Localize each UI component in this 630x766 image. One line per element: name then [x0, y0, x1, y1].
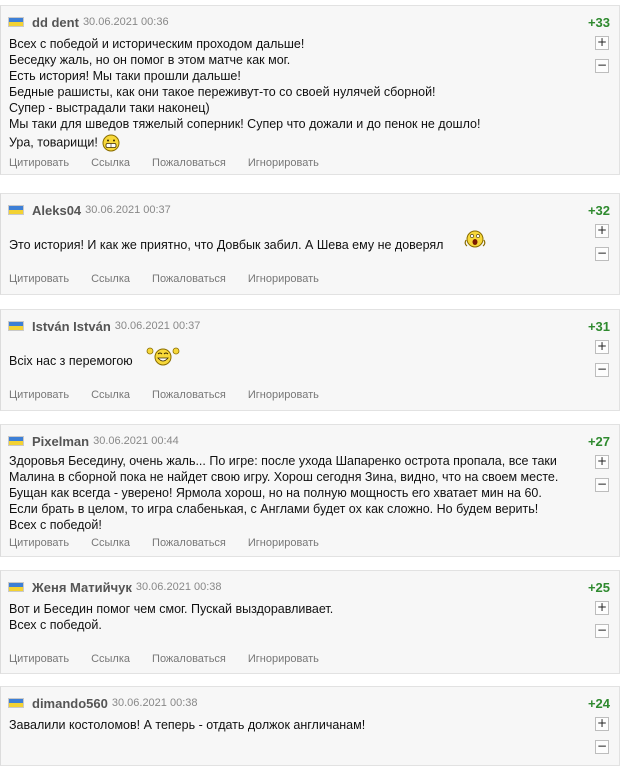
- quote-link[interactable]: Цитировать: [9, 389, 69, 401]
- report-link[interactable]: Пожаловаться: [152, 537, 226, 549]
- ignore-link[interactable]: Игнорировать: [248, 389, 319, 401]
- comment-text: Всіх нас з перемогою: [9, 347, 599, 369]
- comment-item: Pixelman 30.06.2021 00:44 +27 + − Здоров…: [0, 424, 620, 557]
- cheer-smiley-icon: [146, 347, 180, 366]
- comment-item: Женя Матийчук 30.06.2021 00:38 +25 + − В…: [0, 570, 620, 674]
- comment-text: Вот и Беседин помог чем смог. Пускай выз…: [9, 602, 334, 632]
- quote-link[interactable]: Цитировать: [9, 157, 69, 169]
- ignore-link[interactable]: Игнорировать: [248, 653, 319, 665]
- report-link[interactable]: Пожаловаться: [152, 273, 226, 285]
- comment-date: 30.06.2021 00:38: [135, 581, 222, 593]
- comment-date: 30.06.2021 00:44: [93, 435, 179, 447]
- upvote-button[interactable]: +: [595, 340, 609, 354]
- comment-date: 30.06.2021 00:37: [114, 320, 201, 332]
- comment-author[interactable]: Женя Матийчук: [32, 580, 132, 595]
- ukraine-flag-icon: [8, 205, 24, 215]
- ignore-link[interactable]: Игнорировать: [248, 273, 319, 285]
- comment-actions: Цитировать Ссылка Пожаловаться Игнориров…: [9, 157, 341, 169]
- report-link[interactable]: Пожаловаться: [152, 653, 226, 665]
- link-link[interactable]: Ссылка: [91, 653, 130, 665]
- comment-actions: Цитировать Ссылка Пожаловаться Игнориров…: [9, 389, 341, 401]
- comment-text: Завалили костоломов! А теперь - отдать д…: [9, 718, 366, 732]
- comment-author[interactable]: dd dent: [32, 15, 79, 30]
- comment-author[interactable]: István István: [32, 319, 111, 334]
- link-link[interactable]: Ссылка: [91, 273, 130, 285]
- comment-item: dd dent 30.06.2021 00:36 +33 + − Всех с …: [0, 5, 620, 175]
- comment-score: +32: [587, 203, 610, 218]
- ukraine-flag-icon: [8, 698, 24, 708]
- scream-smiley-icon: [464, 230, 486, 248]
- ukraine-flag-icon: [8, 582, 24, 592]
- comment-actions: Цитировать Ссылка Пожаловаться Игнориров…: [9, 273, 341, 285]
- grin-smiley-icon: [102, 134, 120, 152]
- comment-header: Женя Матийчук 30.06.2021 00:38: [8, 579, 222, 595]
- comment-header: Pixelman 30.06.2021 00:44: [8, 433, 179, 449]
- link-link[interactable]: Ссылка: [91, 537, 130, 549]
- comment-actions: Цитировать Ссылка Пожаловаться Игнориров…: [9, 537, 341, 549]
- comment-score: +24: [587, 696, 610, 711]
- comment-score: +33: [587, 15, 610, 30]
- comment-date: 30.06.2021 00:36: [82, 16, 169, 28]
- upvote-button[interactable]: +: [595, 224, 609, 238]
- comment-header: Aleks04 30.06.2021 00:37: [8, 202, 171, 218]
- link-link[interactable]: Ссылка: [91, 157, 130, 169]
- comment-score: +25: [587, 580, 610, 595]
- comment-header: István István 30.06.2021 00:37: [8, 318, 200, 334]
- report-link[interactable]: Пожаловаться: [152, 389, 226, 401]
- link-link[interactable]: Ссылка: [91, 389, 130, 401]
- comment-score: +27: [587, 434, 610, 449]
- quote-link[interactable]: Цитировать: [9, 273, 69, 285]
- ukraine-flag-icon: [8, 436, 24, 446]
- comment-score: +31: [587, 319, 610, 334]
- comment-item: István István 30.06.2021 00:37 +31 + − В…: [0, 309, 620, 411]
- comment-text: Это история! И как же приятно, что Довбы…: [9, 230, 599, 253]
- comment-author[interactable]: dimando560: [32, 696, 108, 711]
- quote-link[interactable]: Цитировать: [9, 537, 69, 549]
- ukraine-flag-icon: [8, 17, 24, 27]
- comment-text: Здоровья Беседину, очень жаль... По игре…: [9, 454, 559, 532]
- comment-actions: Цитировать Ссылка Пожаловаться Игнориров…: [9, 653, 341, 665]
- ignore-link[interactable]: Игнорировать: [248, 157, 319, 169]
- comment-author[interactable]: Pixelman: [32, 434, 89, 449]
- comment-header: dimando560 30.06.2021 00:38: [8, 695, 198, 711]
- comment-header: dd dent 30.06.2021 00:36: [8, 14, 169, 30]
- comment-item: dimando560 30.06.2021 00:38 +24 + − Зава…: [0, 686, 620, 766]
- comment-date: 30.06.2021 00:37: [85, 204, 171, 216]
- comment-author[interactable]: Aleks04: [32, 203, 81, 218]
- ukraine-flag-icon: [8, 321, 24, 331]
- ignore-link[interactable]: Игнорировать: [248, 537, 319, 549]
- comment-date: 30.06.2021 00:38: [111, 697, 198, 709]
- report-link[interactable]: Пожаловаться: [152, 157, 226, 169]
- comment-text: Всех с победой и историческим проходом д…: [9, 36, 599, 152]
- quote-link[interactable]: Цитировать: [9, 653, 69, 665]
- comment-item: Aleks04 30.06.2021 00:37 +32 + − Это ист…: [0, 193, 620, 295]
- downvote-button[interactable]: −: [595, 740, 609, 754]
